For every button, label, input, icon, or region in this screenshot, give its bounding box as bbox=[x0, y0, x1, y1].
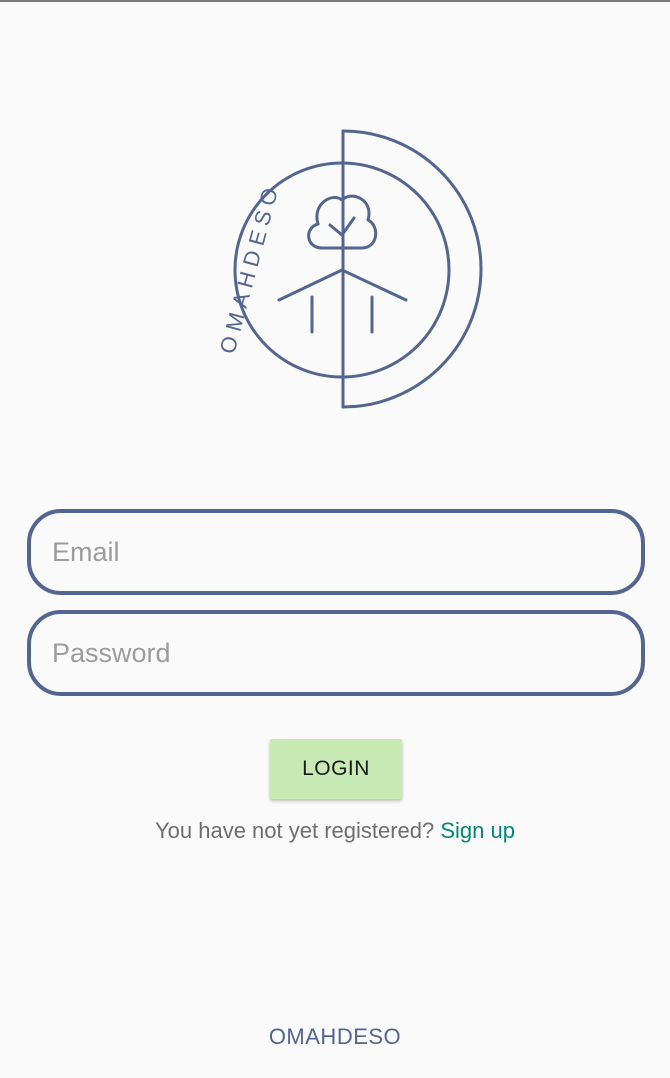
login-button[interactable]: LOGIN bbox=[270, 739, 402, 799]
footer-brand: OMAHDESO bbox=[268, 1024, 402, 1049]
register-prompt-text: You have not yet registered? bbox=[154, 818, 441, 843]
register-prompt: You have not yet registered? Sign up bbox=[0, 818, 670, 844]
status-divider bbox=[0, 0, 670, 2]
signup-link[interactable]: Sign up bbox=[440, 818, 515, 843]
password-input[interactable] bbox=[31, 614, 641, 692]
password-field-container[interactable] bbox=[27, 610, 645, 696]
email-input[interactable] bbox=[31, 513, 641, 591]
email-field-container[interactable] bbox=[27, 509, 645, 595]
omahdeso-logo: OMAHDESO bbox=[170, 120, 500, 420]
logo-wordmark: OMAHDESO bbox=[215, 179, 285, 356]
